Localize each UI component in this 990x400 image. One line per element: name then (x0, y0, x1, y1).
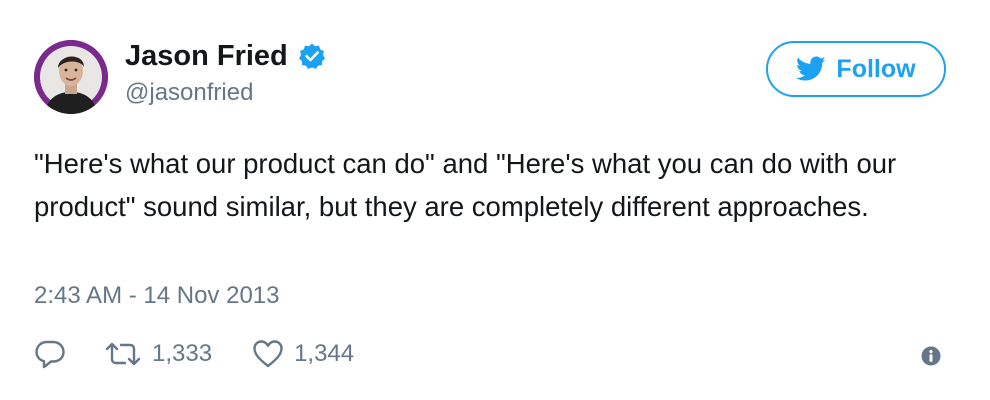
avatar-photo (34, 40, 108, 114)
author-block: Jason Fried @jasonfried (125, 38, 326, 108)
avatar[interactable] (34, 40, 108, 114)
like-count: 1,344 (294, 340, 355, 367)
reply-button[interactable] (34, 339, 66, 369)
tweet-timestamp[interactable]: 2:43 AM - 14 Nov 2013 (34, 281, 279, 311)
like-button[interactable]: 1,344 (252, 339, 354, 369)
follow-button[interactable]: Follow (766, 41, 946, 97)
tweet-text: "Here's what our product can do" and "He… (34, 148, 897, 222)
tweet-actions: 1,333 1,344 (34, 337, 354, 371)
twitter-bird-icon (796, 56, 826, 82)
reply-icon (34, 339, 66, 369)
verified-badge-icon (298, 42, 326, 70)
author-name[interactable]: Jason Fried (125, 38, 288, 74)
retweet-icon (104, 341, 142, 367)
author-name-row: Jason Fried (125, 38, 326, 74)
retweet-count: 1,333 (152, 340, 213, 367)
author-handle[interactable]: @jasonfried (125, 78, 326, 108)
tweet-card: Jason Fried @jasonfried Follow "Here's w… (0, 0, 990, 400)
heart-icon (252, 339, 284, 369)
follow-button-label: Follow (836, 54, 916, 83)
info-icon[interactable] (921, 346, 941, 366)
retweet-button[interactable]: 1,333 (104, 340, 212, 368)
